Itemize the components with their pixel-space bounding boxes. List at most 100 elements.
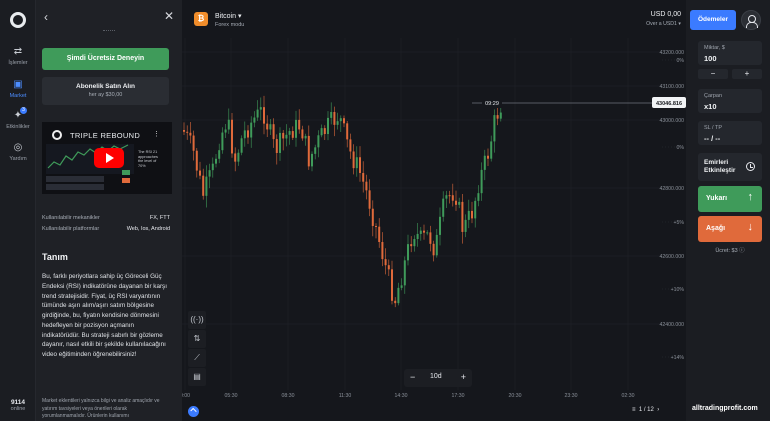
candle-body: [211, 163, 214, 171]
draw-icon[interactable]: ⟋: [188, 349, 206, 367]
more-icon[interactable]: ⋮: [153, 130, 160, 138]
time-tick-label: 20:30: [509, 393, 522, 399]
payments-button[interactable]: Ödemeler: [690, 10, 736, 30]
candle-body: [208, 170, 211, 177]
enable-orders-button[interactable]: Emirleri Etkinleştir: [698, 153, 762, 181]
bitcoin-icon: ₿: [194, 12, 208, 26]
pct-tick-label: +10%: [671, 287, 685, 293]
candle-body: [426, 232, 429, 234]
channel-logo-icon: [52, 130, 62, 140]
subscribe-price: her ay $30,00: [88, 92, 123, 98]
candle-body: [266, 123, 269, 130]
price-tick-label: 42600.000: [659, 254, 684, 260]
indicators-icon[interactable]: ⇅: [188, 330, 206, 348]
pct-tick-label: 0%: [677, 58, 685, 64]
candle-body: [269, 124, 272, 130]
candle-body: [375, 225, 377, 227]
sltp-field[interactable]: SL / TP -- / --: [698, 121, 762, 145]
candle-body: [336, 121, 339, 125]
candle-body: [394, 300, 397, 304]
candlestick-chart[interactable]: 43200.000 43100.000 43000.000 42800.000 4260…: [182, 0, 686, 421]
candle-body: [493, 115, 496, 142]
video-thumbnail[interactable]: TRIPLE REBOUND ⋮ The RSI 21 approaches t…: [42, 122, 172, 194]
logo-icon[interactable]: [10, 12, 26, 28]
signal-icon[interactable]: ((·)): [188, 311, 206, 329]
feature-value: FX, FTT: [149, 215, 170, 221]
play-icon[interactable]: [94, 148, 124, 168]
asset-name: Bitcoin ▾: [215, 13, 242, 20]
candle-body: [355, 157, 358, 169]
sltp-value: -- / --: [704, 134, 721, 143]
zoom-out-button[interactable]: −: [410, 372, 415, 382]
candle-body: [359, 157, 361, 173]
candle-body: [349, 139, 352, 152]
arrow-up-icon: ↑: [747, 191, 754, 203]
rail-item-trades[interactable]: ⇄ İşlemler: [0, 46, 36, 66]
zoom-in-button[interactable]: +: [461, 372, 466, 382]
panel-header: ‹ ✕: [36, 8, 182, 28]
candle-body: [234, 153, 237, 162]
up-button[interactable]: Yukarı ↑: [698, 186, 762, 212]
chart-area[interactable]: 43200.000 43100.000 43000.000 42800.000 4260…: [182, 0, 686, 421]
feature-row: Kullanılabilir platformlar Web, Ios, And…: [42, 226, 170, 232]
user-avatar-icon[interactable]: [741, 10, 761, 30]
balance-value: USD 0,00: [650, 11, 681, 18]
candle-body: [301, 129, 304, 139]
current-time-label: 09:29: [485, 101, 499, 107]
candle-body: [384, 259, 387, 266]
feature-label: Kullanılabilir platformlar: [42, 226, 100, 232]
candle-body: [477, 193, 480, 201]
candle-body: [352, 151, 355, 169]
pct-tick-label: 0%: [677, 145, 685, 151]
disclaimer-text: Market eklentileri yalnızca bilgi ve ana…: [42, 398, 160, 419]
try-free-button[interactable]: Şimdi Ücretsiz Deneyin: [42, 48, 169, 70]
candle-body: [371, 208, 374, 226]
page-indicator[interactable]: ≡ 1 / 12 ›: [632, 407, 659, 413]
candle-body: [291, 131, 294, 138]
left-rail: ⇄ İşlemler ▣ Market ✦ 3 Etkinlikler ◎ Ya…: [0, 0, 36, 421]
time-tick-label: 23:30: [565, 393, 578, 399]
candle-body: [362, 172, 365, 182]
layout-icon[interactable]: ▤: [188, 368, 206, 386]
online-counter: 9114 online: [0, 399, 36, 412]
candle-body: [199, 170, 201, 176]
candle-body: [381, 242, 384, 260]
candle-body: [487, 155, 489, 159]
amount-value[interactable]: 100: [704, 54, 717, 63]
timeframe-value[interactable]: 10d: [430, 373, 442, 380]
candle-body: [202, 175, 205, 196]
rail-item-help[interactable]: ◎ Yardım: [0, 142, 36, 162]
candle-body: [471, 210, 473, 219]
candle-body: [496, 115, 499, 119]
rail-item-events[interactable]: ✦ 3 Etkinlikler: [0, 107, 36, 130]
candle-body: [221, 132, 224, 151]
price-tick-label: 42800.000: [659, 186, 684, 192]
balance-display[interactable]: USD 0,00 Over a USD1 ▾: [637, 11, 681, 27]
candle-body: [295, 119, 297, 138]
drag-handle[interactable]: [103, 30, 115, 32]
candle-body: [343, 118, 345, 124]
subscribe-button[interactable]: Abonelik Satın Alın her ay $30,00: [42, 77, 169, 105]
back-icon[interactable]: ‹: [44, 10, 48, 24]
close-icon[interactable]: ✕: [164, 9, 174, 23]
candle-body: [186, 131, 189, 133]
scroll-to-now-icon[interactable]: [188, 406, 199, 417]
price-tick-label: 42400.000: [659, 322, 684, 328]
candle-body: [429, 232, 432, 244]
candle-body: [461, 201, 464, 232]
rail-item-market[interactable]: ▣ Market: [0, 79, 36, 99]
store-icon: ▣: [13, 79, 23, 90]
candle-body: [327, 117, 329, 135]
candle-body: [218, 150, 221, 159]
asset-mode: Forex modu: [215, 22, 245, 28]
description-text: Bu, farklı periyotlara sahip üç Göreceli…: [42, 273, 167, 358]
candle-body: [435, 234, 438, 256]
down-button[interactable]: Aşağı ↓: [698, 216, 762, 242]
candle-body: [397, 287, 400, 304]
multiplier-field[interactable]: Çarpan x10: [698, 89, 762, 113]
amount-decrease-button[interactable]: −: [698, 69, 728, 79]
amount-field[interactable]: Miktar, $ 100: [698, 41, 762, 65]
candle-body: [231, 119, 233, 154]
amount-increase-button[interactable]: +: [732, 69, 762, 79]
time-tick-label: 05:30: [225, 393, 238, 399]
